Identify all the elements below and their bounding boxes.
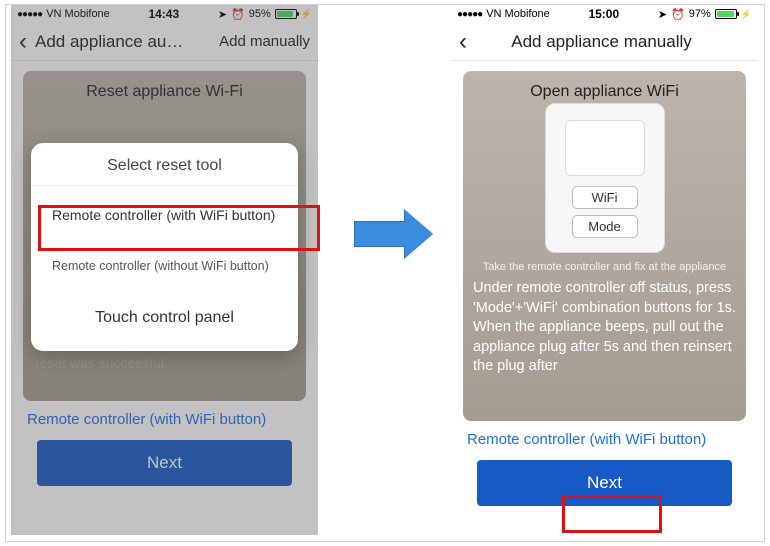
signal-dots-icon: ●●●●● (17, 9, 42, 20)
status-bar: ●●●●● VN Mobifone 15:00 ➤ ⏰ 97% ⚡ (451, 5, 758, 23)
battery-percent: 95% (249, 8, 271, 20)
option-remote-no-wifi[interactable]: Remote controller (without WiFi button) (39, 244, 290, 288)
location-icon: ➤ (218, 8, 227, 21)
battery-icon (275, 9, 297, 19)
battery-icon (715, 9, 737, 19)
back-icon[interactable]: ‹ (19, 30, 27, 54)
modal-title: Select reset tool (31, 143, 298, 186)
canvas: ●●●●● VN Mobifone 14:43 ➤ ⏰ 95% ⚡ ‹ Add … (5, 4, 765, 542)
next-button[interactable]: Next (477, 460, 732, 506)
carrier-label: VN Mobifone (46, 8, 110, 20)
charging-icon: ⚡ (301, 9, 312, 20)
status-time: 14:43 (148, 7, 179, 21)
status-bar: ●●●●● VN Mobifone 14:43 ➤ ⏰ 95% ⚡ (11, 5, 318, 23)
card-title: Reset appliance Wi-Fi (33, 83, 296, 101)
back-icon[interactable]: ‹ (459, 30, 467, 54)
alarm-icon: ⏰ (231, 8, 245, 21)
status-time: 15:00 (588, 7, 619, 21)
alarm-icon: ⏰ (671, 8, 685, 21)
nav-bar: ‹ Add appliance au… Add manually (11, 23, 318, 61)
carrier-label: VN Mobifone (486, 8, 550, 20)
card-instructions: Under remote controller off status, pres… (473, 279, 736, 377)
nav-bar: ‹ Add appliance manually (451, 23, 758, 61)
arrow-icon (354, 210, 434, 258)
page-title: Add appliance au… (35, 32, 211, 52)
selected-tool-link[interactable]: Remote controller (with WiFi button) (463, 421, 746, 452)
remote-mode-button: Mode (572, 215, 638, 238)
remote-screen (565, 120, 645, 176)
reset-tool-modal: Select reset tool Remote controller (wit… (31, 143, 298, 351)
next-button[interactable]: Next (37, 440, 292, 486)
instruction-card: Open appliance WiFi WiFi Mode Take the r… (463, 71, 746, 421)
phone-left: ●●●●● VN Mobifone 14:43 ➤ ⏰ 95% ⚡ ‹ Add … (11, 5, 318, 535)
selected-tool-link[interactable]: Remote controller (with WiFi button) (23, 401, 306, 432)
remote-wifi-button: WiFi (572, 186, 638, 209)
remote-illustration: WiFi Mode (545, 103, 665, 253)
add-manually-button[interactable]: Add manually (219, 33, 310, 50)
content-area: Open appliance WiFi WiFi Mode Take the r… (451, 61, 758, 535)
battery-percent: 97% (689, 8, 711, 20)
charging-icon: ⚡ (741, 9, 752, 20)
card-title: Open appliance WiFi (473, 83, 736, 101)
option-touch-panel[interactable]: Touch control panel (39, 294, 290, 341)
signal-dots-icon: ●●●●● (457, 9, 482, 20)
option-remote-wifi[interactable]: Remote controller (with WiFi button) (39, 192, 290, 238)
card-hint: Take the remote controller and fix at th… (473, 261, 736, 273)
location-icon: ➤ (658, 8, 667, 21)
phone-right: ●●●●● VN Mobifone 15:00 ➤ ⏰ 97% ⚡ ‹ Add … (451, 5, 758, 535)
page-title: Add appliance manually (475, 32, 728, 52)
